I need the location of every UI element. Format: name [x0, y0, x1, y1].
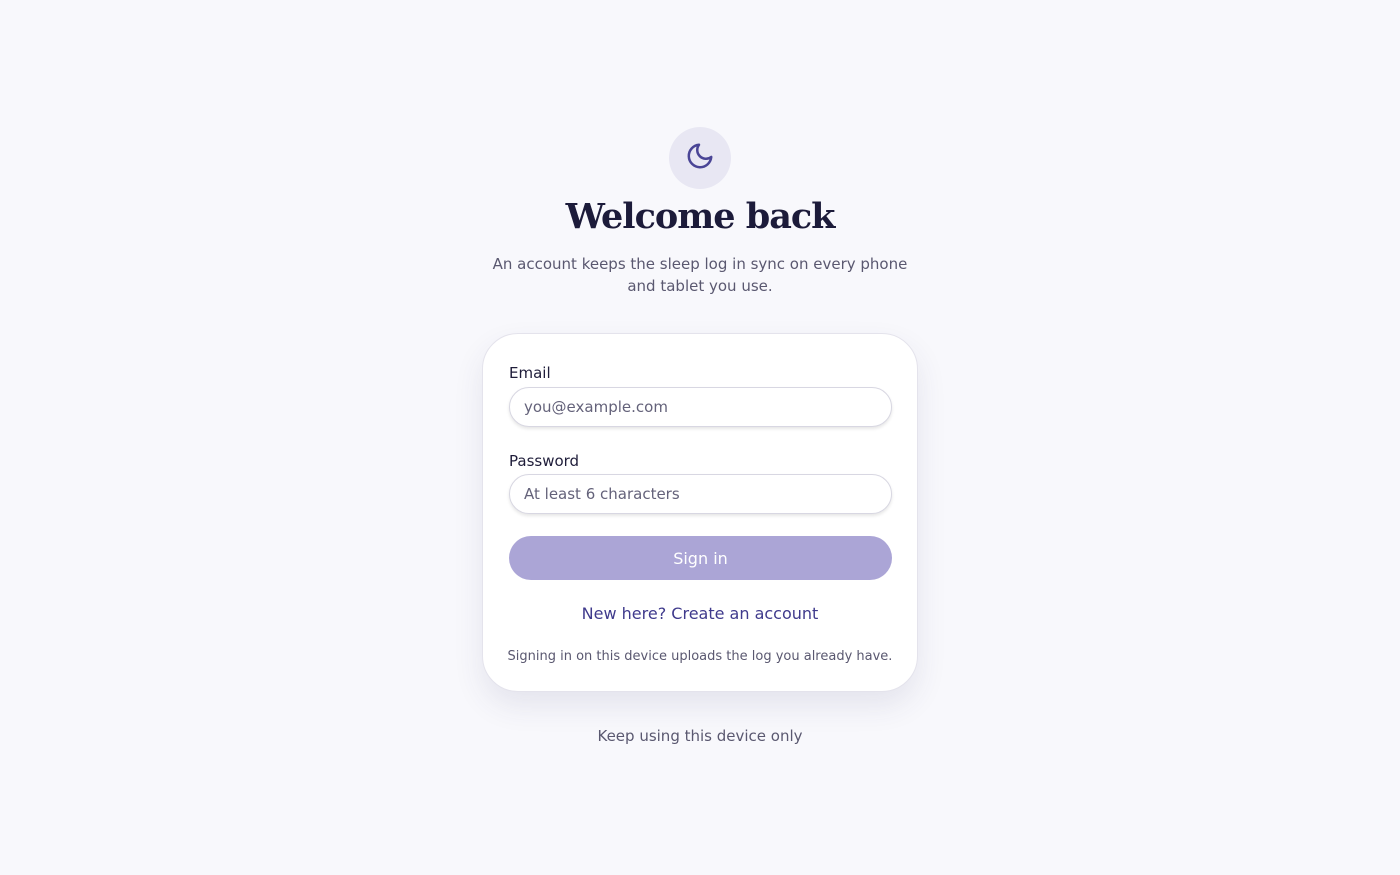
create-account-link[interactable]: New here? Create an account: [483, 604, 917, 623]
keep-local-link[interactable]: Keep using this device only: [0, 727, 1400, 745]
page-subtitle: An account keeps the sleep log in sync o…: [492, 255, 908, 295]
upload-note: Signing in on this device uploads the lo…: [507, 649, 893, 664]
page-title: Welcome back: [565, 196, 836, 237]
email-field[interactable]: [509, 387, 892, 427]
app-logo: [669, 127, 731, 189]
password-label: Password: [509, 452, 580, 470]
moon-icon: [685, 141, 715, 175]
password-field[interactable]: [509, 474, 892, 514]
sign-in-button[interactable]: Sign in: [509, 536, 892, 580]
email-label: Email: [509, 364, 551, 382]
sign-in-page: Welcome back An account keeps the sleep …: [0, 0, 1400, 875]
sign-in-card: Email Password Sign in New here? Create …: [482, 333, 918, 692]
